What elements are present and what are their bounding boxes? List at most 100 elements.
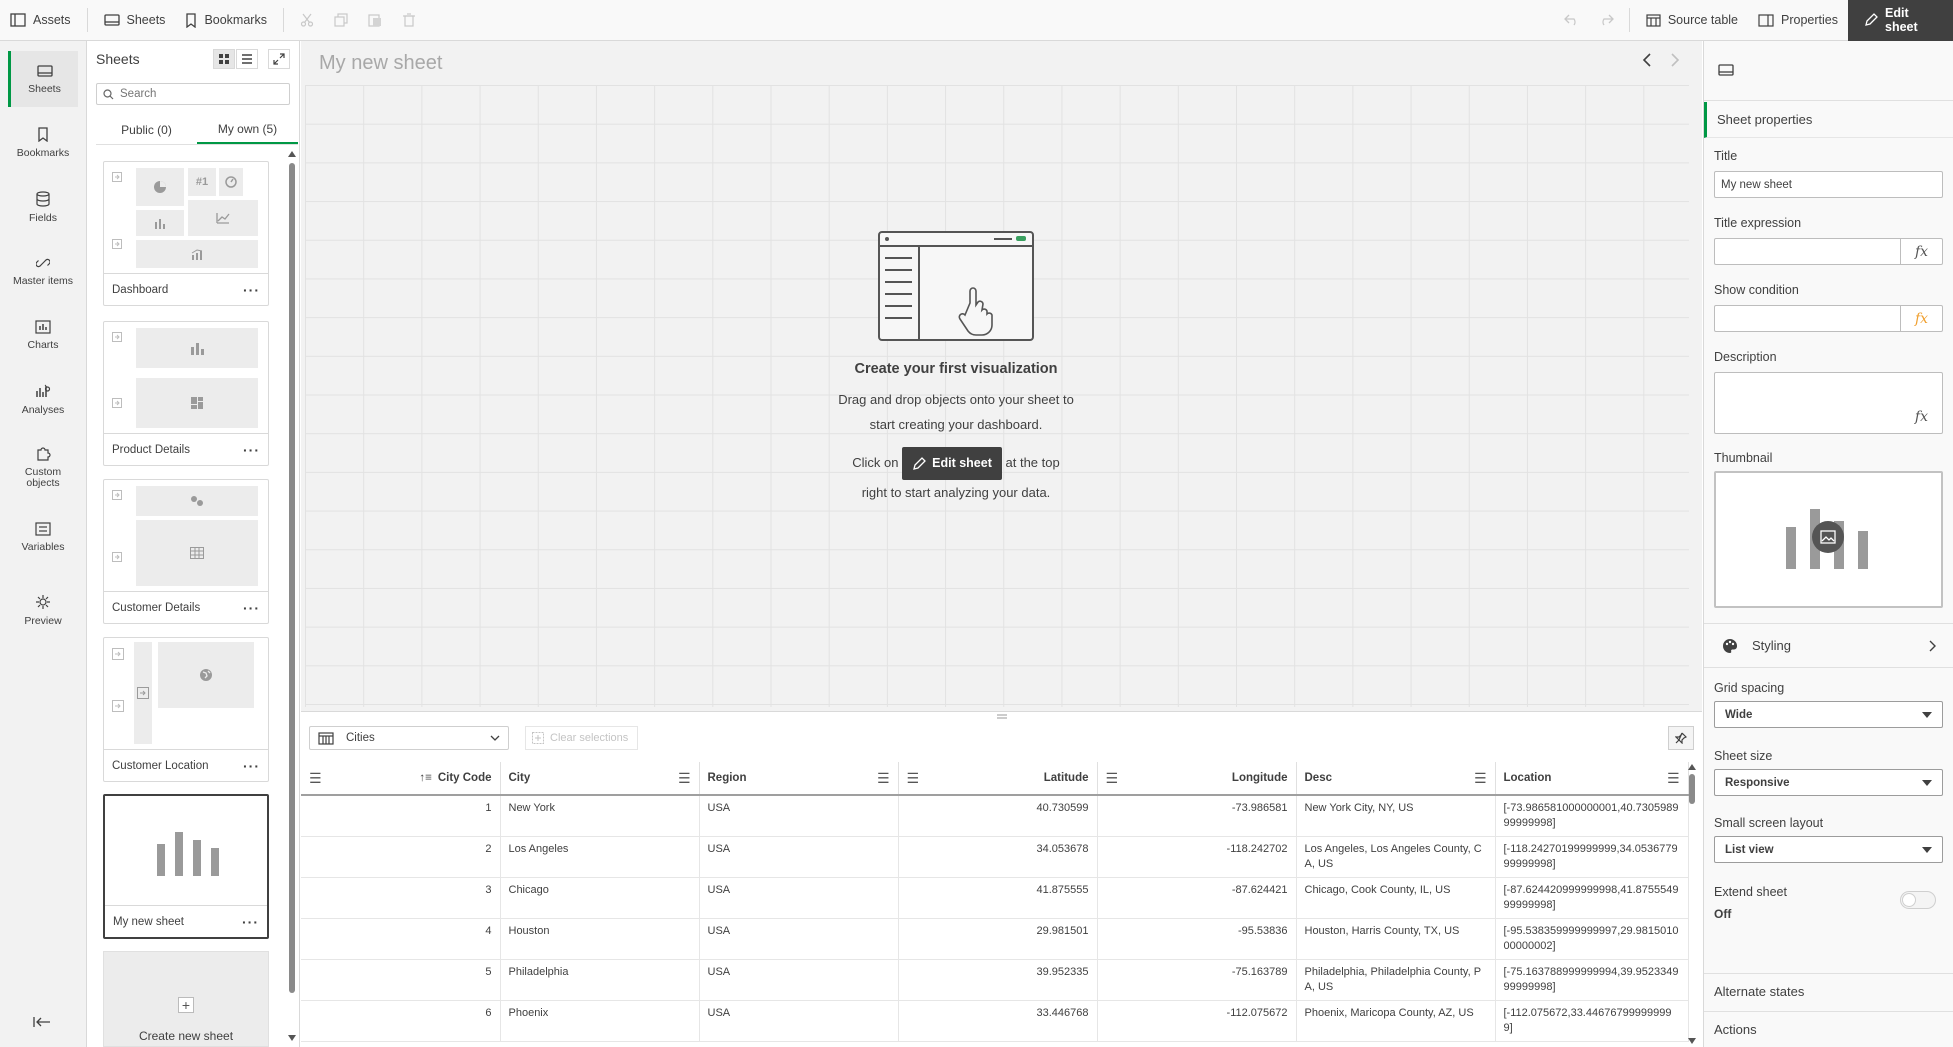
copy-icon[interactable] [324, 0, 358, 41]
table-cell[interactable]: 2 [301, 836, 501, 878]
column-menu-icon[interactable]: ☰ [678, 770, 691, 787]
rail-item-custom-objects[interactable]: Custom objects [8, 435, 78, 499]
table-cell[interactable]: 33.446768 [898, 1000, 1098, 1042]
table-cell[interactable]: 6 [301, 1000, 501, 1042]
fx-icon[interactable]: fx [1900, 306, 1942, 331]
expand-panel-button[interactable] [268, 49, 290, 69]
search-input[interactable] [120, 88, 280, 100]
grid-view-toggle[interactable] [213, 49, 235, 69]
column-menu-icon[interactable]: ☰ [1106, 770, 1119, 787]
table-cell[interactable]: [-75.163788999999994,39.952334999999998] [1495, 959, 1689, 1001]
table-cell[interactable]: Houston [500, 918, 700, 960]
sheet-search[interactable] [96, 83, 290, 105]
table-cell[interactable]: USA [699, 877, 899, 919]
extend-sheet-toggle[interactable] [1900, 891, 1936, 909]
rail-item-analyses[interactable]: Analyses [8, 371, 78, 427]
sheet-card-dashboard[interactable]: #1 Dashboard ··· [103, 161, 269, 306]
rail-item-fields[interactable]: Fields [8, 179, 78, 235]
table-cell[interactable]: Chicago, Cook County, IL, US [1296, 877, 1496, 919]
table-cell[interactable]: Philadelphia [500, 959, 700, 1001]
table-cell[interactable]: 5 [301, 959, 501, 1001]
table-cell[interactable]: USA [699, 959, 899, 1001]
table-cell[interactable]: Philadelphia, Philadelphia County, PA, U… [1296, 959, 1496, 1001]
sheets-button[interactable]: Sheets [94, 0, 176, 41]
more-options-icon[interactable]: ··· [243, 600, 260, 616]
table-cell[interactable]: 1 [301, 795, 501, 837]
table-cell[interactable]: -95.53836 [1097, 918, 1297, 960]
column-menu-icon[interactable]: ☰ [877, 770, 890, 787]
column-header-city[interactable]: City ☰ [500, 762, 700, 796]
rail-item-charts[interactable]: Charts [8, 307, 78, 363]
more-options-icon[interactable]: ··· [242, 914, 259, 930]
sheet-size-select[interactable]: Responsive [1714, 769, 1943, 796]
bookmarks-button[interactable]: Bookmarks [175, 0, 277, 41]
more-options-icon[interactable]: ··· [243, 758, 260, 774]
chevron-right-icon[interactable] [1670, 53, 1680, 67]
column-menu-icon[interactable]: ☰ [1474, 770, 1487, 787]
column-menu-icon[interactable]: ☰ [1667, 770, 1680, 787]
alternate-states-row[interactable]: Alternate states [1704, 973, 1953, 1008]
rail-item-preview[interactable]: Preview [8, 582, 78, 638]
grid-spacing-select[interactable]: Wide [1714, 701, 1943, 728]
description-textarea[interactable]: fx [1714, 372, 1943, 434]
table-cell[interactable]: Phoenix, Maricopa County, AZ, US [1296, 1000, 1496, 1042]
table-cell[interactable]: [-112.075672,33.446767999999999] [1495, 1000, 1689, 1042]
small-screen-layout-select[interactable]: List view [1714, 836, 1943, 863]
list-view-toggle[interactable] [236, 49, 258, 69]
table-cell[interactable]: 29.981501 [898, 918, 1098, 960]
thumbnail-picker[interactable] [1714, 471, 1943, 608]
table-cell[interactable]: [-73.986581000000001,40.730598999999998] [1495, 795, 1689, 837]
column-menu-icon[interactable]: ☰ [907, 770, 920, 787]
assets-button[interactable]: Assets [0, 0, 81, 41]
sheets-scrollbar[interactable] [288, 151, 296, 1041]
clear-selections-button[interactable]: Clear selections [525, 726, 638, 750]
table-cell[interactable]: Phoenix [500, 1000, 700, 1042]
table-cell[interactable]: 3 [301, 877, 501, 919]
rail-item-master-items[interactable]: Master items [8, 243, 78, 299]
table-cell[interactable]: New York [500, 795, 700, 837]
inline-edit-sheet-button[interactable]: Edit sheet [902, 447, 1002, 480]
actions-row[interactable]: Actions [1704, 1011, 1953, 1046]
table-cell[interactable]: USA [699, 918, 899, 960]
table-cell[interactable]: -87.624421 [1097, 877, 1297, 919]
table-cell[interactable]: [-87.624420999999998,41.875554999999998] [1495, 877, 1689, 919]
title-input[interactable]: My new sheet [1714, 171, 1943, 198]
column-header-region[interactable]: Region ☰ [699, 762, 899, 796]
table-cell[interactable]: 41.875555 [898, 877, 1098, 919]
table-cell[interactable]: -112.075672 [1097, 1000, 1297, 1042]
paste-icon[interactable] [358, 0, 392, 41]
cut-icon[interactable] [290, 0, 324, 41]
sheet-card-customer-details[interactable]: Customer Details ··· [103, 479, 269, 624]
table-cell[interactable]: [-95.538359999999997,29.981501000000002] [1495, 918, 1689, 960]
table-scrollbar[interactable] [1688, 764, 1696, 1044]
fx-icon[interactable]: fx [1900, 239, 1942, 264]
undo-icon[interactable] [1555, 0, 1589, 41]
sheet-card-product-details[interactable]: Product Details ··· [103, 321, 269, 466]
column-header-desc[interactable]: Desc ☰ [1296, 762, 1496, 796]
more-options-icon[interactable]: ··· [243, 442, 260, 458]
table-cell[interactable]: -75.163789 [1097, 959, 1297, 1001]
rail-item-variables[interactable]: Variables [8, 509, 78, 565]
rail-item-sheets[interactable]: Sheets [8, 51, 78, 107]
table-cell[interactable]: 4 [301, 918, 501, 960]
table-cell[interactable]: USA [699, 795, 899, 837]
table-cell[interactable]: 40.730599 [898, 795, 1098, 837]
more-options-icon[interactable]: ··· [243, 282, 260, 298]
resize-handle[interactable] [997, 714, 1007, 720]
title-expression-input[interactable]: fx [1714, 238, 1943, 265]
column-menu-icon[interactable]: ☰ [309, 770, 322, 787]
sheet-properties-header[interactable]: Sheet properties [1704, 102, 1953, 138]
table-selector[interactable]: Cities [309, 726, 509, 750]
source-table-button[interactable]: Source table [1636, 0, 1748, 41]
pin-button[interactable] [1668, 726, 1694, 750]
column-header-location[interactable]: Location ☰ [1495, 762, 1689, 796]
tab-my-own[interactable]: My own (5) [197, 115, 298, 144]
show-condition-input[interactable]: fx [1714, 305, 1943, 332]
table-cell[interactable]: USA [699, 1000, 899, 1042]
styling-row[interactable]: Styling [1704, 623, 1953, 668]
redo-icon[interactable] [1589, 0, 1623, 41]
chevron-left-icon[interactable] [1642, 53, 1652, 67]
table-cell[interactable]: -118.242702 [1097, 836, 1297, 878]
column-header-city-code[interactable]: ☰ ↑≡ City Code [301, 762, 501, 796]
column-header-latitude[interactable]: ☰ Latitude [898, 762, 1098, 796]
